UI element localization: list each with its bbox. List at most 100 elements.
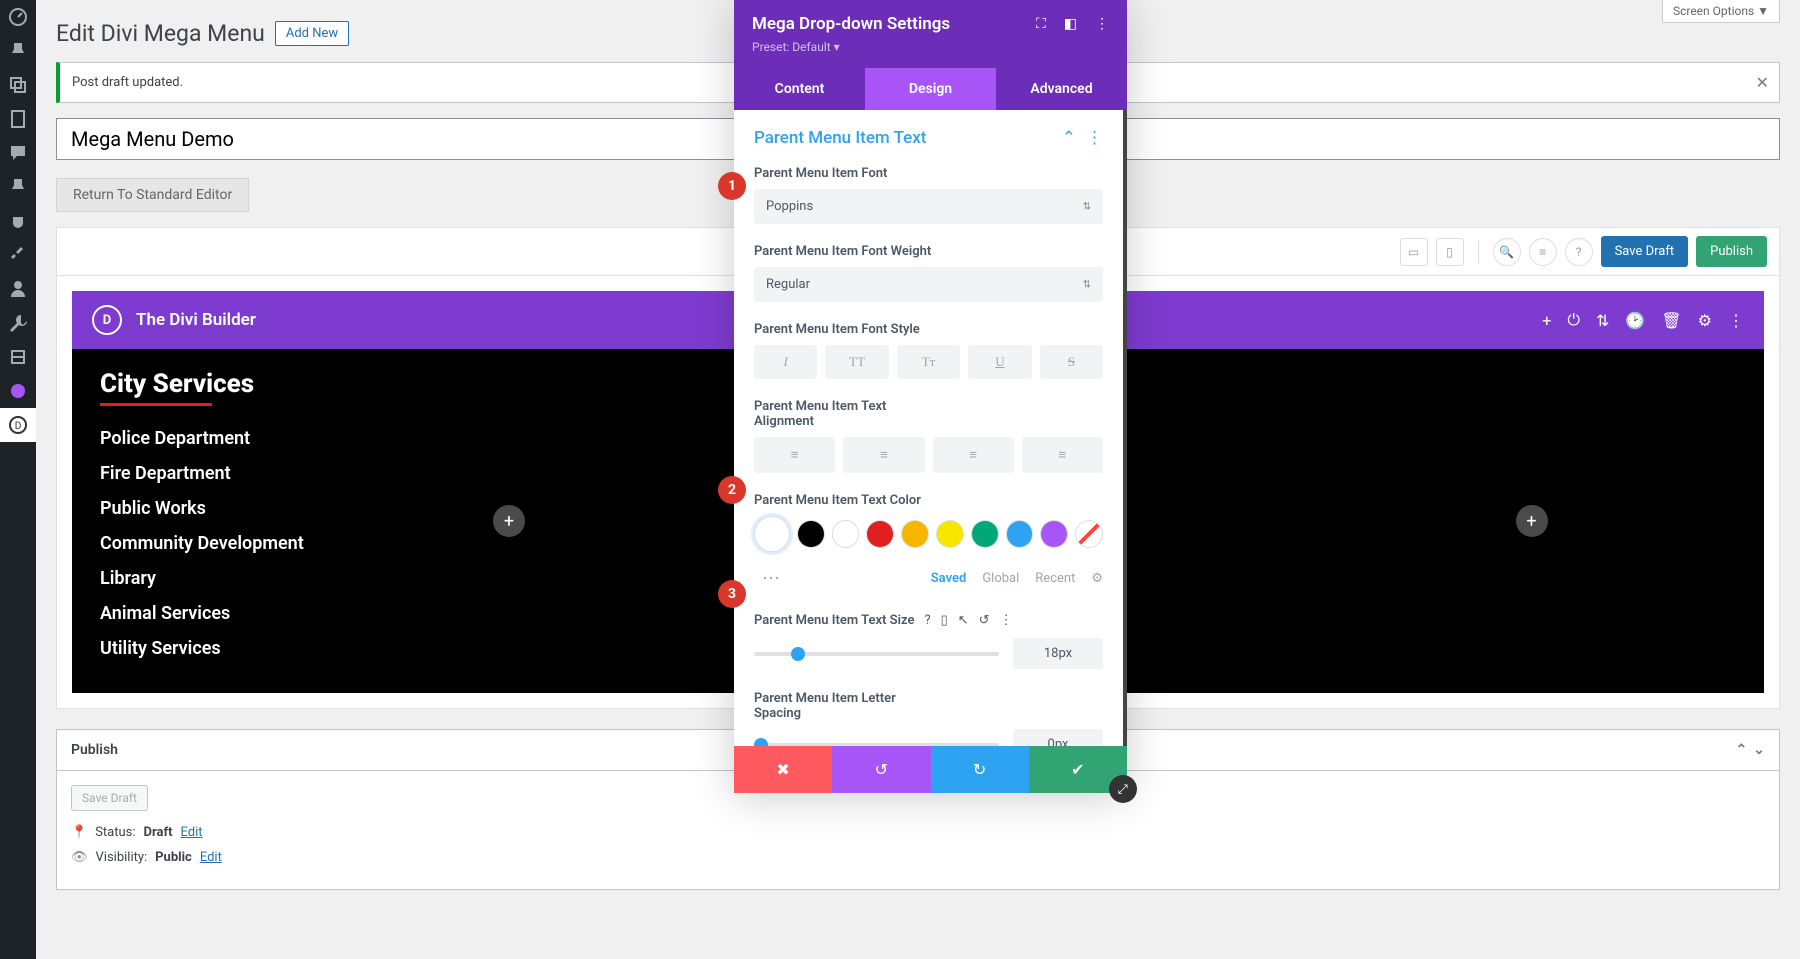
sort-icon[interactable]: ⇅ — [1596, 311, 1609, 330]
sidebar-comments-icon[interactable] — [0, 136, 36, 170]
align-left-button[interactable]: ≡ — [754, 437, 835, 473]
color-swatch[interactable] — [901, 520, 929, 548]
kebab-icon[interactable]: ⋮ — [1728, 311, 1744, 330]
kebab-icon[interactable]: ⋮ — [1000, 613, 1013, 628]
color-tab-saved[interactable]: Saved — [931, 571, 967, 586]
capitalize-button[interactable]: Tᴛ — [897, 345, 960, 379]
power-icon[interactable]: ⏻ — [1567, 310, 1580, 330]
color-tab-recent[interactable]: Recent — [1035, 571, 1075, 586]
zoom-icon[interactable]: 🔍 — [1493, 238, 1521, 266]
text-size-input[interactable] — [1013, 638, 1103, 669]
sidebar-pin2-icon[interactable] — [0, 170, 36, 204]
sidebar-divi-icon[interactable] — [0, 374, 36, 408]
visibility-label: Visibility: — [96, 850, 148, 865]
help-icon[interactable]: ? — [924, 613, 930, 628]
fullscreen-icon[interactable]: ⛶ — [1036, 16, 1046, 32]
spacing-label: Parent Menu Item Letter Spacing — [754, 691, 934, 721]
publish-button[interactable]: Publish — [1696, 236, 1767, 267]
color-palette-tabs: ⋯ Saved Global Recent ⚙ — [754, 564, 1103, 593]
notice-dismiss-icon[interactable]: ✕ — [1756, 73, 1769, 92]
italic-button[interactable]: I — [754, 345, 817, 379]
color-swatch[interactable] — [936, 520, 964, 548]
history-icon[interactable]: 🕑 — [1625, 311, 1645, 330]
color-swatch-selected[interactable] — [754, 516, 790, 552]
save-draft-button[interactable]: Save Draft — [1601, 236, 1689, 267]
color-swatch[interactable] — [971, 520, 999, 548]
phone-icon[interactable]: ▯ — [941, 613, 948, 628]
modal-header: Mega Drop-down Settings ⛶ ◧ ⋮ Preset: De… — [734, 0, 1127, 68]
align-center-button[interactable]: ≡ — [843, 437, 924, 473]
sidebar-media-icon[interactable] — [0, 68, 36, 102]
color-swatch[interactable] — [1040, 520, 1068, 548]
section-header[interactable]: Parent Menu Item Text ⌃⋮ — [754, 128, 1103, 148]
color-swatch[interactable] — [1006, 520, 1034, 548]
weight-select[interactable]: Regular — [754, 267, 1103, 302]
pin-icon: 📍 — [71, 825, 87, 840]
sidebar-plugins-icon[interactable] — [0, 204, 36, 238]
gear-icon[interactable]: ⚙ — [1698, 311, 1712, 330]
undo-button[interactable]: ↺ — [832, 746, 930, 793]
tab-design[interactable]: Design — [865, 68, 996, 110]
kebab-icon[interactable]: ⋮ — [1095, 16, 1109, 32]
layers-icon[interactable]: ≡ — [1529, 238, 1557, 266]
status-row: 📍 Status: Draft Edit — [71, 825, 1765, 840]
color-swatch[interactable] — [797, 520, 825, 548]
sidebar-appearance-icon[interactable] — [0, 238, 36, 272]
slider-thumb[interactable] — [754, 738, 768, 747]
align-right-button[interactable]: ≡ — [933, 437, 1014, 473]
sidebar-settings-icon[interactable] — [0, 340, 36, 374]
edit-visibility-link[interactable]: Edit — [200, 850, 222, 865]
snap-icon[interactable]: ◧ — [1064, 16, 1077, 32]
font-select[interactable]: Poppins — [754, 189, 1103, 224]
return-standard-editor-button[interactable]: Return To Standard Editor — [56, 178, 249, 212]
add-module-button[interactable]: + — [493, 505, 525, 537]
color-swatch-none[interactable] — [1075, 520, 1103, 548]
reset-icon[interactable]: ↺ — [979, 613, 990, 628]
kebab-icon[interactable]: ⋮ — [1086, 128, 1103, 148]
chevron-up-icon[interactable]: ⌃ — [1736, 742, 1748, 758]
weight-label: Parent Menu Item Font Weight — [754, 244, 1103, 259]
title-underline — [100, 403, 212, 406]
spacing-input[interactable] — [1013, 729, 1103, 746]
color-swatch[interactable] — [832, 520, 860, 548]
gear-icon[interactable]: ⚙ — [1091, 571, 1103, 586]
screen-options-toggle[interactable]: Screen Options ▼ — [1662, 0, 1780, 23]
tab-content[interactable]: Content — [734, 68, 865, 110]
align-justify-button[interactable]: ≡ — [1022, 437, 1103, 473]
hover-icon[interactable]: ↖ — [958, 613, 969, 628]
sidebar-dashboard-icon[interactable] — [0, 0, 36, 34]
settings-modal: Mega Drop-down Settings ⛶ ◧ ⋮ Preset: De… — [734, 0, 1127, 793]
svg-text:D: D — [15, 421, 22, 432]
slider-thumb[interactable] — [791, 647, 805, 661]
add-module-button[interactable]: + — [1516, 505, 1548, 537]
help-icon[interactable]: ? — [1565, 238, 1593, 266]
sidebar-current-icon[interactable]: D — [0, 408, 36, 442]
redo-button[interactable]: ↻ — [931, 746, 1029, 793]
more-colors-icon[interactable]: ⋯ — [754, 564, 788, 593]
mobile-view-icon[interactable]: ▯ — [1436, 238, 1464, 266]
sidebar-pin-icon[interactable] — [0, 34, 36, 68]
builder-title: The Divi Builder — [136, 310, 256, 330]
sidebar-users-icon[interactable] — [0, 272, 36, 306]
add-new-button[interactable]: Add New — [275, 21, 349, 46]
preset-selector[interactable]: Preset: Default ▾ — [752, 40, 1109, 54]
color-swatch[interactable] — [866, 520, 894, 548]
resize-handle-icon[interactable]: ⤡ — [1109, 775, 1137, 803]
wp-admin-sidebar: D — [0, 0, 36, 959]
sidebar-tools-icon[interactable] — [0, 306, 36, 340]
chevron-up-icon[interactable]: ⌃ — [1062, 128, 1076, 148]
underline-button[interactable]: U — [968, 345, 1031, 379]
strikethrough-button[interactable]: S — [1040, 345, 1103, 379]
slider-track[interactable] — [754, 652, 999, 656]
add-icon[interactable]: + — [1542, 311, 1551, 330]
trash-icon[interactable]: 🗑 — [1661, 311, 1681, 330]
chevron-down-icon[interactable]: ⌄ — [1753, 742, 1765, 758]
uppercase-button[interactable]: TT — [825, 345, 888, 379]
tab-advanced[interactable]: Advanced — [996, 68, 1127, 110]
sidebar-pages-icon[interactable] — [0, 102, 36, 136]
save-draft-small-button[interactable]: Save Draft — [71, 785, 148, 811]
edit-status-link[interactable]: Edit — [181, 825, 203, 840]
desktop-view-icon[interactable]: ▭ — [1400, 238, 1428, 266]
color-tab-global[interactable]: Global — [982, 571, 1019, 586]
cancel-button[interactable]: ✖ — [734, 746, 832, 793]
